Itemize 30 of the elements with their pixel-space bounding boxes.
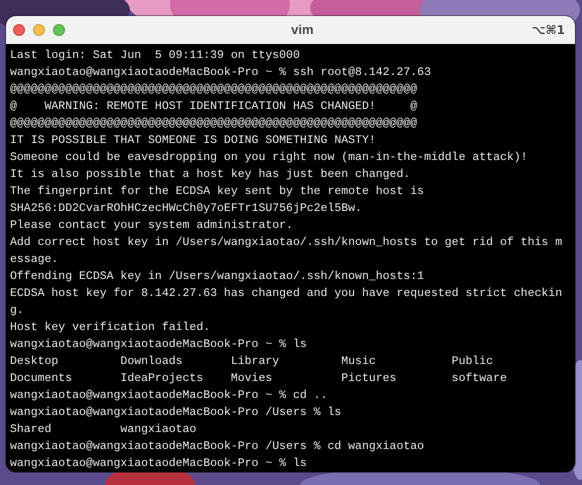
terminal-line: Documents IdeaProjects Movies Pictures software	[10, 371, 507, 387]
terminal-line: ECDSA host key for 8.142.27.63 has changed and you have requested strict checkin	[10, 286, 562, 302]
terminal-line: @@@@@@@@@@@@@@@@@@@@@@@@@@@@@@@@@@@@@@@@@@@@@@@@@@@@@@@@@@@	[10, 82, 418, 98]
terminal-line: essage.	[10, 252, 58, 268]
terminal-line: @@@@@@@@@@@@@@@@@@@@@@@@@@@@@@@@@@@@@@@@@@@@@@@@@@@@@@@@@@@	[10, 116, 418, 132]
terminal-line: Someone could be eavesdropping on you right now (man-in-the-middle attack)!	[10, 150, 528, 166]
terminal-line: wangxiaotao@wangxiaotaodeMacBook-Pro ~ % ls	[10, 456, 307, 472]
terminal-line: wangxiaotao@wangxiaotaodeMacBook-Pro /Users % ls	[10, 405, 342, 421]
terminal-line: Host key verification failed.	[10, 320, 210, 336]
terminal-line: Please contact your system administrator.	[10, 218, 293, 234]
terminal-line: wangxiaotao@wangxiaotaodeMacBook-Pro ~ % cd ..	[10, 388, 328, 404]
terminal-line: wangxiaotao@wangxiaotaodeMacBook-Pro ~ % ls	[10, 337, 307, 353]
zoom-button[interactable]	[53, 24, 65, 36]
minimize-button[interactable]	[33, 24, 45, 36]
terminal-line: IT IS POSSIBLE THAT SOMEONE IS DOING SOMETHING NASTY!	[10, 133, 376, 149]
terminal-line: @ WARNING: REMOTE HOST IDENTIFICATION HAS CHANGED! @	[10, 99, 418, 115]
close-button[interactable]	[13, 24, 25, 36]
terminal-line: Offending ECDSA key in /Users/wangxiaotao/.ssh/known_hosts:1	[10, 269, 424, 285]
shortcut-label: ⌥⌘1	[532, 22, 566, 39]
terminal-line: It is also possible that a host key has just been changed.	[10, 167, 410, 183]
terminal-line: Shared wangxiaotao	[10, 422, 196, 438]
terminal-line: The fingerprint for the ECDSA key sent by the remote host is	[10, 184, 424, 200]
window-title: vim	[290, 21, 315, 40]
terminal-line: Add correct host key in /Users/wangxiaotao/.ssh/known_hosts to get rid of this m	[10, 235, 562, 251]
terminal-line: SHA256:DD2CvarROhHCzecHWcCh0y7oEFTr1SU756jPc2el5Bw.	[10, 201, 362, 217]
terminal-line: wangxiaotao@wangxiaotaodeMacBook-Pro ~ % ssh root@8.142.27.63	[10, 65, 431, 81]
terminal-line: Last login: Sat Jun 5 09:11:39 on ttys000	[10, 48, 300, 64]
terminal-line: g.	[10, 303, 24, 319]
terminal-line: wangxiaotao@wangxiaotaodeMacBook-Pro /Users % cd wangxiaotao	[10, 439, 424, 455]
terminal-line: Desktop Downloads Library Music Public	[10, 354, 494, 370]
